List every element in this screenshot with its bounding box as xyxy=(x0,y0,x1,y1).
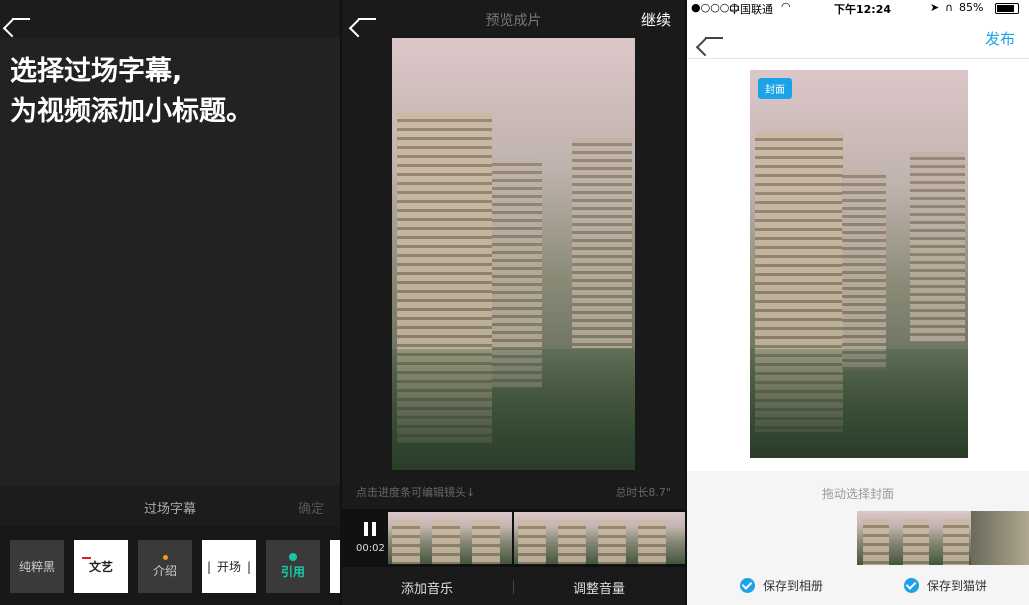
video-preview[interactable] xyxy=(392,38,635,470)
timeline: 00:02 xyxy=(342,509,685,567)
style-tile-intro[interactable]: 介绍 xyxy=(138,540,192,593)
style-tile-literary[interactable]: 文艺 xyxy=(74,540,128,593)
style-tile-label: 开场 xyxy=(216,560,241,574)
timeline-clip[interactable] xyxy=(514,512,685,564)
headline: 选择过场字幕, 为视频添加小标题。 xyxy=(10,52,253,132)
action-bar: 添加音乐 调整音量 xyxy=(342,568,685,605)
style-tile-quote[interactable]: 引用 xyxy=(266,540,320,593)
headline-line-2: 为视频添加小标题。 xyxy=(10,96,253,127)
location-icon: ➤ xyxy=(930,1,940,14)
save-album-option[interactable]: 保存到相册 xyxy=(740,577,823,594)
quote-icon xyxy=(289,553,297,561)
top-bar xyxy=(0,0,340,38)
style-tile-label: 纯粹黑 xyxy=(18,560,55,574)
style-tile-pure-black[interactable]: 纯粹黑 xyxy=(10,540,64,593)
page-title: 预览成片 xyxy=(485,13,542,29)
save-album-label: 保存到相册 xyxy=(763,579,824,593)
style-tile-label: 介绍 xyxy=(152,563,177,578)
style-tile-label: 文艺 xyxy=(88,560,113,574)
cover-image: 封面 xyxy=(750,70,968,458)
wifi-icon: ◠ xyxy=(781,0,791,13)
check-icon xyxy=(740,578,755,593)
drag-hint: 拖动选择封面 xyxy=(821,487,894,501)
subtitle-bar: 过场字幕 确定 xyxy=(0,486,340,526)
save-maobing-label: 保存到猫饼 xyxy=(927,579,988,593)
bar-left-icon: | xyxy=(206,559,211,574)
bar-right-icon: | xyxy=(247,559,252,574)
clock: 下午12:24 xyxy=(834,3,892,16)
style-tile-label: 引用 xyxy=(280,565,305,579)
headline-line-1: 选择过场字幕, xyxy=(10,56,183,87)
section-title: 过场字幕 xyxy=(143,502,196,517)
edit-hint: 点击进度条可编辑镜头↓ xyxy=(356,486,476,499)
add-music-button[interactable]: 添加音乐 xyxy=(342,578,512,597)
total-duration: 总时长8.7" xyxy=(615,486,671,499)
publish-screen: ●○○○○ 中国联通 ◠ 下午12:24 ➤ ∩ 85% 发布 封面 拖动选择封… xyxy=(687,0,1029,605)
style-tile-partial[interactable] xyxy=(330,540,340,593)
red-mark xyxy=(82,557,91,559)
battery-percent: 85% xyxy=(959,1,984,14)
publish-button[interactable]: 发布 xyxy=(985,28,1015,49)
back-arrow-icon[interactable] xyxy=(695,27,725,57)
timeline-clip[interactable] xyxy=(388,512,512,564)
check-icon xyxy=(904,578,919,593)
continue-button[interactable]: 继续 xyxy=(641,9,671,30)
style-tile-opening[interactable]: | 开场 | xyxy=(202,540,256,593)
preview-screen: 预览成片 继续 点击进度条可编辑镜头↓ 总时长8.7" 00:02 添加音乐 调… xyxy=(342,0,685,605)
pause-icon[interactable] xyxy=(364,522,376,536)
status-bar: ●○○○○ 中国联通 ◠ 下午12:24 ➤ ∩ 85% xyxy=(687,0,1029,16)
carrier: 中国联通 xyxy=(729,3,773,16)
subtitle-style-list: 纯粹黑 文艺 介绍 | 开场 | 引用 xyxy=(0,526,340,605)
elapsed-time: 00:02 xyxy=(356,543,385,554)
nav-bar: 发布 xyxy=(687,18,1029,59)
save-maobing-option[interactable]: 保存到猫饼 xyxy=(904,577,987,594)
battery-icon xyxy=(995,3,1019,14)
back-arrow-icon[interactable] xyxy=(2,8,32,38)
headphones-icon: ∩ xyxy=(945,1,954,14)
cover-selector: 拖动选择封面 保存到相册 保存到猫饼 xyxy=(687,471,1029,605)
dot-icon xyxy=(162,554,168,560)
cover-frame-strip[interactable] xyxy=(857,511,1029,565)
cover-badge: 封面 xyxy=(758,78,792,99)
adjust-volume-button[interactable]: 调整音量 xyxy=(514,578,684,597)
confirm-button[interactable]: 确定 xyxy=(298,498,324,517)
transition-subtitle-screen: 选择过场字幕, 为视频添加小标题。 过场字幕 确定 纯粹黑 文艺 介绍 | 开场… xyxy=(0,0,340,605)
